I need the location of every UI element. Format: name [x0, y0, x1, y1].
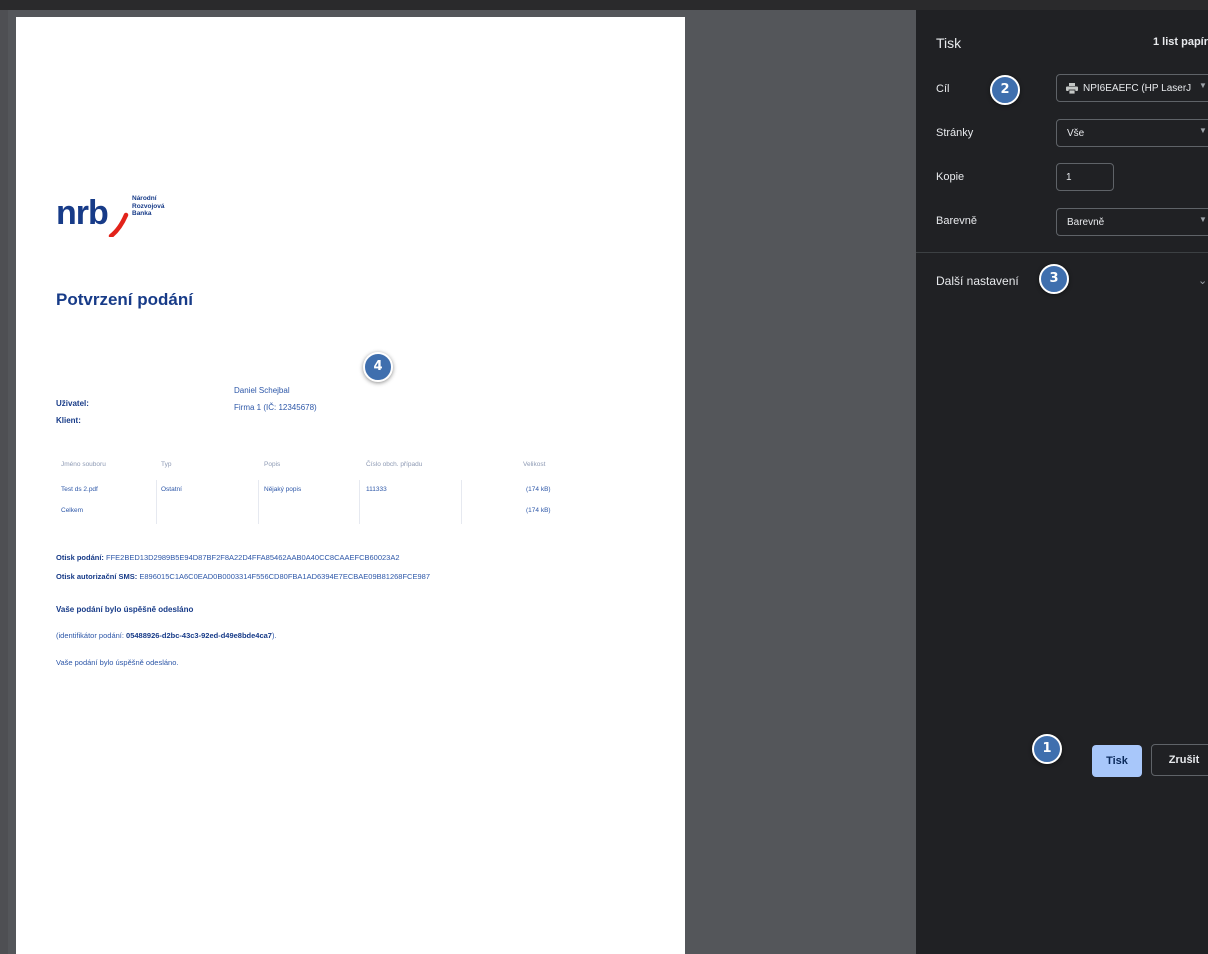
color-label: Barevně	[936, 215, 977, 227]
logo-tagline-line: Banka	[132, 210, 152, 217]
table-divider	[156, 480, 157, 524]
destination-value: NPI6EAEFC (HP LaserJ	[1083, 83, 1192, 94]
table-cell: (174 kB)	[526, 507, 551, 514]
left-edge	[0, 10, 8, 954]
sms-hash-label: Otisk autorizační SMS:	[56, 572, 138, 581]
destination-select[interactable]: NPI6EAEFC (HP LaserJ ▼	[1056, 74, 1208, 102]
svg-text:nrb: nrb	[56, 194, 108, 232]
printer-icon	[1066, 83, 1078, 94]
identifier-value: 05488926-d2bc-43c3-92ed-d49e8bde4ca7	[126, 631, 272, 640]
copies-input[interactable]: 1	[1056, 163, 1114, 191]
submission-hash-label: Otisk podání:	[56, 553, 104, 562]
callout-marker: 3	[1039, 264, 1069, 294]
table-divider	[359, 480, 360, 524]
submission-hash-value: FFE2BED13D2989B5E94D87BF2F8A22D4FFA85462…	[106, 553, 400, 562]
sms-hash-value: E896015C1A6C0EAD0B0003314F556CD80FBA1AD6…	[139, 572, 430, 581]
panel-divider	[916, 252, 1208, 253]
chevron-down-icon: ▼	[1199, 215, 1207, 224]
preview-page: nrb Národní Rozvojová Banka Potvrzení po…	[16, 17, 685, 954]
color-value: Barevně	[1067, 217, 1105, 228]
client-value: Firma 1 (IČ: 12345678)	[234, 403, 317, 412]
color-select[interactable]: Barevně ▼	[1056, 208, 1208, 236]
logo-tagline: Národní Rozvojová Banka	[132, 195, 165, 218]
submission-hash: Otisk podání: FFE2BED13D2989B5E94D87BF2F…	[56, 553, 400, 562]
table-header-cell: Popis	[264, 461, 281, 468]
table-cell: Ostatní	[161, 486, 182, 493]
logo-tagline-line: Rozvojová	[132, 202, 165, 210]
identifier-suffix: ).	[271, 631, 277, 640]
print-button[interactable]: Tisk	[1092, 745, 1142, 777]
cancel-button[interactable]: Zrušit	[1151, 744, 1208, 776]
table-cell: (174 kB)	[526, 486, 551, 493]
table-cell: Test ds 2.pdf	[61, 486, 98, 493]
chevron-down-icon[interactable]: ⌄	[1198, 274, 1207, 287]
nrb-logo-mark: nrb	[56, 194, 129, 237]
success-title: Vaše podání bylo úspěšně odesláno	[56, 605, 194, 614]
table-divider	[258, 480, 259, 524]
logo-tagline-line: Národní	[132, 195, 157, 202]
table-cell: Celkem	[61, 507, 84, 514]
table-header-cell: Jméno souboru	[61, 461, 106, 468]
callout-marker: 1	[1032, 734, 1062, 764]
client-label: Klient:	[56, 416, 81, 425]
panel-title: Tisk	[936, 35, 962, 51]
callout-marker: 4	[363, 352, 393, 382]
destination-label: Cíl	[936, 83, 950, 95]
table-header-cell: Typ	[161, 461, 172, 468]
sms-hash: Otisk autorizační SMS: E896015C1A6C0EAD0…	[56, 572, 430, 581]
user-label: Uživatel:	[56, 399, 89, 408]
user-value: Daniel Schejbal	[234, 386, 290, 395]
more-settings-toggle[interactable]: Další nastavení	[936, 274, 1019, 288]
chevron-down-icon: ▼	[1199, 126, 1207, 135]
callout-marker: 2	[990, 75, 1020, 105]
pages-label: Stránky	[936, 127, 974, 139]
table-divider	[461, 480, 462, 524]
table-header-cell: Velikost	[523, 461, 546, 468]
pages-value: Vše	[1067, 128, 1085, 139]
print-settings-panel: Tisk 1 list papíru Cíl NPI6EAEFC (HP Las…	[916, 10, 1208, 954]
table-cell: 111333	[366, 486, 387, 493]
table-cell: Nějaký popis	[264, 486, 302, 493]
top-bar	[0, 0, 1208, 10]
pages-select[interactable]: Vše ▼	[1056, 119, 1208, 147]
sheet-count: 1 list papíru	[1153, 36, 1208, 48]
identifier-prefix: (identifikátor podání:	[56, 631, 127, 640]
chevron-down-icon: ▼	[1199, 81, 1207, 90]
submission-identifier: (identifikátor podání: 05488926-d2bc-43c…	[56, 631, 277, 640]
document-title: Potvrzení podání	[56, 290, 193, 309]
nrb-logo: nrb Národní Rozvojová Banka	[56, 189, 196, 249]
copies-label: Kopie	[936, 171, 965, 183]
success-note: Vaše podání bylo úspěšně odesláno.	[56, 658, 179, 667]
table-header-cell: Číslo obch. případu	[366, 461, 423, 468]
copies-value: 1	[1066, 172, 1072, 183]
